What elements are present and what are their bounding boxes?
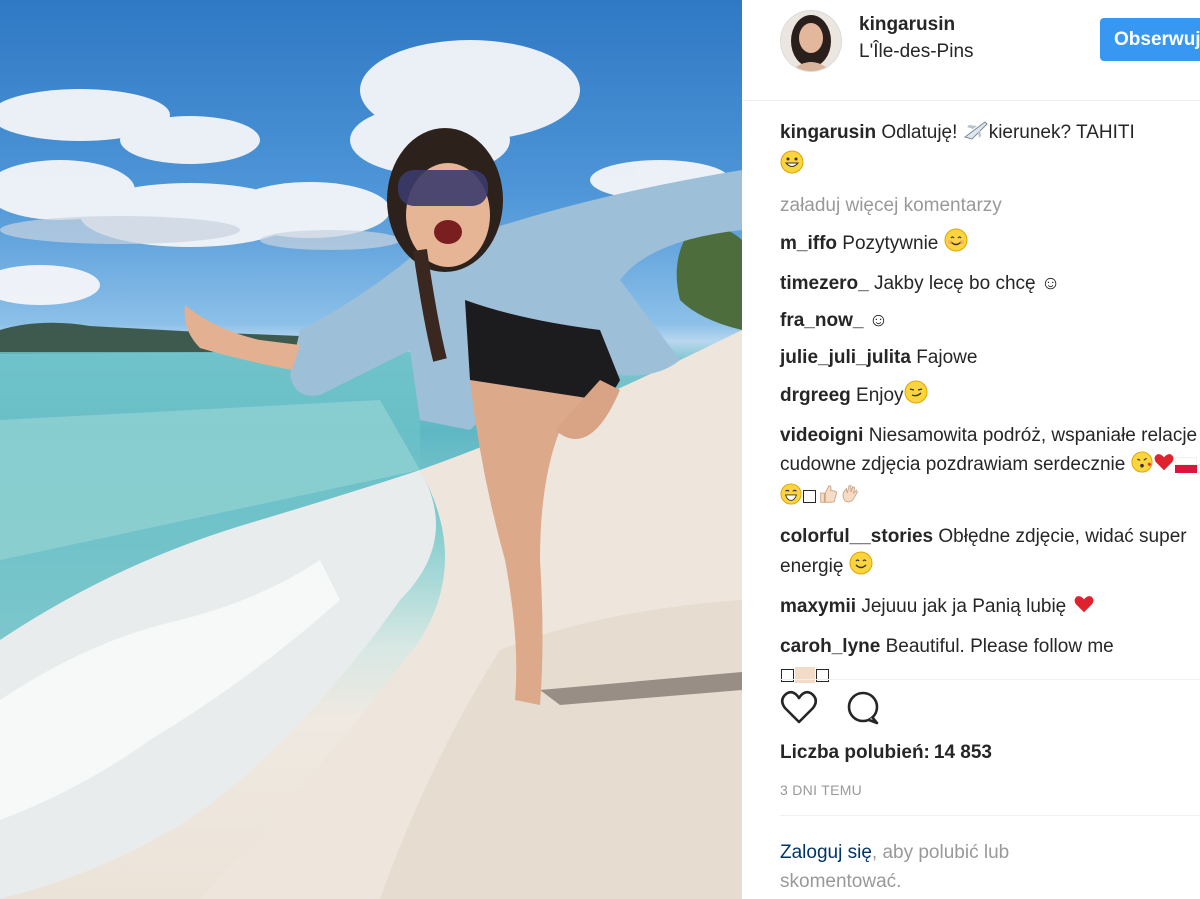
comment-item: caroh_lyne Beautiful. Please follow me (780, 632, 1200, 690)
comment-username[interactable]: drgreeg (780, 385, 851, 406)
beach-photo-illustration (0, 40, 742, 899)
post-author-username[interactable]: kingarusin (859, 14, 955, 36)
login-prompt: Zaloguj się, aby polubić lub skomentować… (780, 838, 1110, 896)
likes-count[interactable]: Liczba polubień: 14 853 (780, 742, 992, 764)
caption-text-start: Odlatuję! (881, 122, 963, 143)
divider (780, 679, 1200, 680)
post-timestamp: 3 DNI TEMU (780, 782, 863, 798)
comment-username[interactable]: videoigni (780, 425, 863, 446)
login-link[interactable]: Zaloguj się (780, 842, 872, 863)
smiling-face-icon (944, 228, 968, 261)
missing-glyph-icon (803, 490, 816, 503)
comment-item: drgreeg Enjoy (780, 380, 1200, 413)
thumbs-up-icon (817, 483, 839, 514)
smiling-face-icon (849, 551, 873, 584)
comment-username[interactable]: caroh_lyne (780, 636, 880, 657)
comment-text: Beautiful. Please follow me (885, 636, 1114, 657)
comment-text: Enjoy (856, 385, 904, 406)
comment-item: julie_juli_julita Fajowe (780, 343, 1200, 372)
comment-username[interactable]: timezero_ (780, 273, 869, 294)
post-location[interactable]: L'Île-des-Pins (859, 41, 974, 63)
skin-tone-icon (795, 667, 815, 683)
caption-text-end: kierunek? TAHITI (988, 122, 1135, 143)
follow-button[interactable]: Obserwuj (1100, 18, 1200, 61)
comment-text: Pozytywnie (842, 233, 939, 254)
comment-text: Fajowe (916, 347, 978, 368)
red-heart-icon (1072, 593, 1096, 624)
missing-glyph-icon (816, 669, 829, 682)
comment-text: ☺ (868, 310, 889, 331)
beaming-face-icon (780, 483, 802, 514)
missing-glyph-icon (781, 669, 794, 682)
divider (780, 815, 1200, 816)
comment-item: videoigni Niesamowita podróż, wspaniałe … (780, 421, 1200, 514)
comment-item: timezero_ Jakby lecę bo chcę ☺ (780, 269, 1200, 298)
comment-item: colorful__stories Obłędne zdjęcie, widać… (780, 522, 1200, 584)
comment-username[interactable]: julie_juli_julita (780, 347, 911, 368)
red-heart-icon (1153, 451, 1175, 482)
post-side-panel: kingarusin L'Île-des-Pins Obserwuj kinga… (742, 0, 1200, 899)
likes-number: 14 853 (933, 742, 993, 763)
comment-username[interactable]: m_iffo (780, 233, 837, 254)
comment-item: maxymii Jejuuu jak ja Panią lubię (780, 592, 1200, 624)
kissing-face-icon (1131, 451, 1153, 482)
comments-section: kingarusin Odlatuję! kierunek? TAHITI za… (780, 118, 1200, 698)
comment-bubble-icon[interactable] (844, 690, 882, 731)
load-more-comments[interactable]: załaduj więcej komentarzy (780, 191, 1200, 220)
grinning-face-icon (780, 150, 804, 183)
comment-username[interactable]: maxymii (780, 596, 856, 617)
caption: kingarusin Odlatuję! kierunek? TAHITI (780, 118, 1200, 183)
comment-text: Jakby lecę bo chcę ☺ (873, 273, 1061, 294)
post-photo[interactable] (0, 0, 742, 899)
poland-flag-icon (1174, 453, 1197, 482)
airplane-icon (963, 119, 989, 150)
comment-text: Jejuuu jak ja Panią lubię (861, 596, 1067, 617)
comment-username[interactable]: colorful__stories (780, 526, 933, 547)
avatar[interactable] (780, 10, 842, 72)
smirking-face-icon (904, 380, 928, 413)
post-header: kingarusin L'Île-des-Pins Obserwuj (742, 0, 1200, 101)
like-heart-icon[interactable] (780, 690, 818, 731)
comment-item: fra_now_ ☺ (780, 306, 1200, 335)
likes-label: Liczba polubień: (780, 742, 930, 763)
caption-username[interactable]: kingarusin (780, 122, 876, 143)
comment-item: m_iffo Pozytywnie (780, 228, 1200, 261)
waving-hand-icon (839, 483, 861, 514)
comment-username[interactable]: fra_now_ (780, 310, 863, 331)
